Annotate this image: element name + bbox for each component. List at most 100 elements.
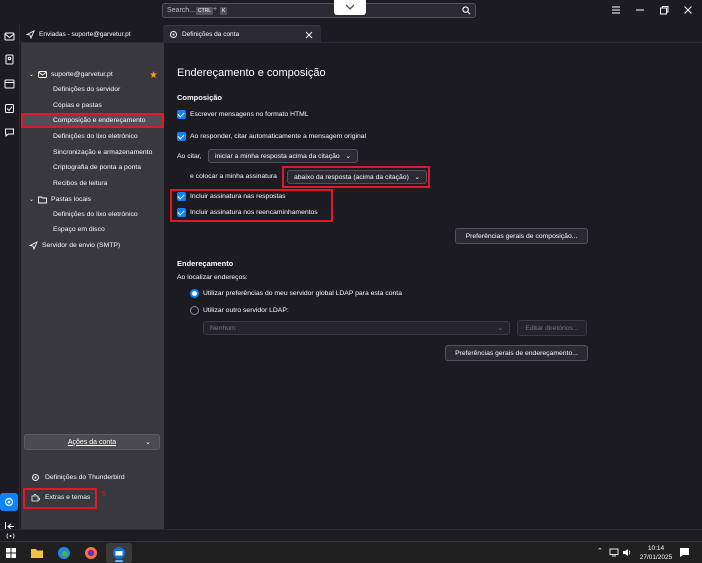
sidebar-item-smtp[interactable]: Servidor de envio (SMTP)	[29, 241, 120, 250]
tab-label: Definições da conta	[182, 31, 240, 38]
quoting-label: Ao citar,	[177, 153, 202, 160]
annotation-step-number: 5	[102, 491, 106, 498]
outgoing-server-icon	[29, 241, 38, 250]
local-folders-label: Pastas locais	[51, 196, 92, 203]
sidebar-item-sync-storage[interactable]: Sincronização e armazenamento	[53, 149, 152, 156]
tasks-icon[interactable]	[4, 103, 15, 114]
tab-bar: Enviadas - suporte@garvetur.pt Definiçõe…	[20, 23, 702, 43]
active-indicator	[115, 560, 123, 562]
use-global-ldap-radio[interactable]	[190, 289, 199, 298]
html-format-checkbox[interactable]	[177, 110, 186, 119]
html-format-label[interactable]: Escrever mensagens no formato HTML	[190, 111, 309, 118]
signature-position-label: e colocar a minha assinatura	[190, 173, 277, 180]
close-window-icon[interactable]	[682, 4, 694, 16]
gear-icon	[170, 31, 177, 38]
chat-icon[interactable]	[4, 127, 15, 138]
connection-status-icon[interactable]	[6, 532, 15, 540]
folder-icon	[38, 196, 47, 204]
firefox-icon[interactable]	[84, 546, 98, 560]
system-clock[interactable]: 10:14 27/01/2025	[636, 544, 676, 562]
thunderbird-icon	[113, 547, 125, 559]
sidebar-item-e2e-encryption[interactable]: Criptografia de ponta a ponta	[53, 164, 141, 171]
chevron-down-icon: ⌄	[145, 439, 151, 446]
shortcut-plus: +	[213, 6, 218, 13]
account-name: suporte@garvetur.pt	[51, 71, 113, 78]
highlight-composition-item	[21, 113, 164, 128]
address-lookup-label: Ao localizar endereços:	[177, 274, 248, 281]
sidebar-item-return-receipts[interactable]: Recibos de leitura	[53, 180, 107, 187]
highlight-addons-themes	[23, 488, 97, 509]
tab-account-settings[interactable]: Definições da conta	[163, 25, 321, 43]
smtp-label: Servidor de envio (SMTP)	[42, 242, 121, 249]
account-actions-button[interactable]: Ações da conta ⌄	[24, 434, 160, 450]
file-explorer-icon[interactable]	[30, 546, 44, 560]
chevron-down-icon: ⌄	[29, 72, 35, 78]
search-placeholder: Search...	[167, 7, 196, 14]
page-title: Endereçamento e composição	[177, 67, 326, 79]
addressing-prefs-button[interactable]: Preferências gerais de endereçamento...	[445, 345, 588, 361]
volume-icon[interactable]	[622, 548, 632, 557]
network-icon[interactable]	[609, 548, 619, 557]
status-bar	[0, 529, 702, 541]
address-book-icon[interactable]	[4, 54, 15, 65]
title-bar: Search... CTRL + K	[0, 0, 702, 23]
reply-position-value: iniciar a minha resposta acima da citaçã…	[215, 152, 340, 160]
search-icon[interactable]	[462, 6, 471, 15]
mail-account-icon	[38, 71, 47, 78]
highlight-signature-position	[282, 166, 430, 188]
app-menu-icon[interactable]	[610, 4, 622, 16]
os-taskbar: ⌃ 10:14 27/01/2025	[0, 541, 702, 563]
restore-icon[interactable]	[658, 4, 670, 16]
use-other-ldap-radio[interactable]	[190, 306, 199, 315]
chevron-up-icon[interactable]: ⌃	[597, 547, 603, 555]
expand-toolbar-button[interactable]	[334, 0, 366, 15]
edit-directories-button[interactable]: Editar diretórios...	[517, 320, 587, 336]
composition-prefs-button[interactable]: Preferências gerais de composição...	[455, 228, 588, 244]
chevron-down-icon: ⌄	[345, 153, 351, 160]
shortcut-key-k: K	[220, 7, 228, 15]
clock-time: 10:14	[647, 545, 665, 552]
sidebar-item-local-junk[interactable]: Definições do lixo eletrónico	[53, 211, 138, 218]
account-actions-label: Ações da conta	[67, 438, 117, 446]
notifications-icon[interactable]	[679, 547, 690, 558]
minimize-icon[interactable]	[634, 4, 646, 16]
calendar-icon[interactable]	[4, 78, 15, 89]
clock-date: 27/01/2025	[639, 554, 673, 561]
sidebar-item-disk-space[interactable]: Espaço em disco	[53, 226, 105, 233]
account-tree-item[interactable]: ⌄ suporte@garvetur.pt	[29, 70, 113, 79]
ldap-server-select[interactable]: Nenhum ⌄	[203, 321, 510, 335]
settings-space-button[interactable]	[0, 493, 18, 511]
tab-sent-folder[interactable]: Enviadas - suporte@garvetur.pt	[20, 25, 160, 43]
spaces-toolbar	[0, 23, 20, 541]
reply-position-select[interactable]: iniciar a minha resposta acima da citaçã…	[208, 149, 358, 163]
tab-label: Enviadas - suporte@garvetur.pt	[39, 30, 131, 38]
sidebar-item-junk-settings[interactable]: Definições do lixo eletrónico	[53, 133, 138, 140]
chevron-down-icon: ⌄	[497, 325, 503, 332]
auto-quote-label[interactable]: Ao responder, citar automaticamente a me…	[190, 133, 366, 140]
send-icon	[26, 29, 35, 39]
composition-heading: Composição	[177, 93, 223, 102]
use-global-ldap-label[interactable]: Utilizar preferências do meu servidor gl…	[203, 290, 402, 297]
chevron-down-icon: ⌄	[29, 197, 35, 203]
highlight-signature-checkboxes	[170, 189, 333, 222]
windows-start-icon[interactable]	[4, 546, 18, 560]
chevron-down-icon	[345, 4, 355, 10]
gear-icon	[4, 497, 14, 507]
global-search-input[interactable]: Search... CTRL + K	[162, 3, 476, 18]
addressing-heading: Endereçamento	[177, 259, 234, 268]
thunderbird-settings-link[interactable]: Definições do Thunderbird	[31, 473, 125, 482]
mail-icon[interactable]	[4, 31, 15, 42]
shortcut-key-ctrl: CTRL	[196, 7, 214, 15]
sidebar-item-server-settings[interactable]: Definições do servidor	[53, 86, 120, 93]
thunderbird-taskbar-button[interactable]	[106, 543, 132, 563]
close-tab-icon[interactable]	[305, 31, 313, 39]
edge-browser-icon[interactable]	[57, 546, 71, 560]
ldap-server-value: Nenhum	[210, 324, 236, 332]
auto-quote-checkbox[interactable]	[177, 132, 186, 141]
use-other-ldap-label[interactable]: Utilizar outro servidor LDAP:	[203, 307, 289, 314]
thunderbird-settings-label: Definições do Thunderbird	[45, 474, 125, 481]
sidebar-item-copies-folders[interactable]: Cópias e pastas	[53, 102, 102, 109]
gear-icon	[32, 474, 39, 481]
default-account-star-icon	[150, 71, 157, 78]
local-folders-tree-item[interactable]: ⌄ Pastas locais	[29, 195, 91, 204]
